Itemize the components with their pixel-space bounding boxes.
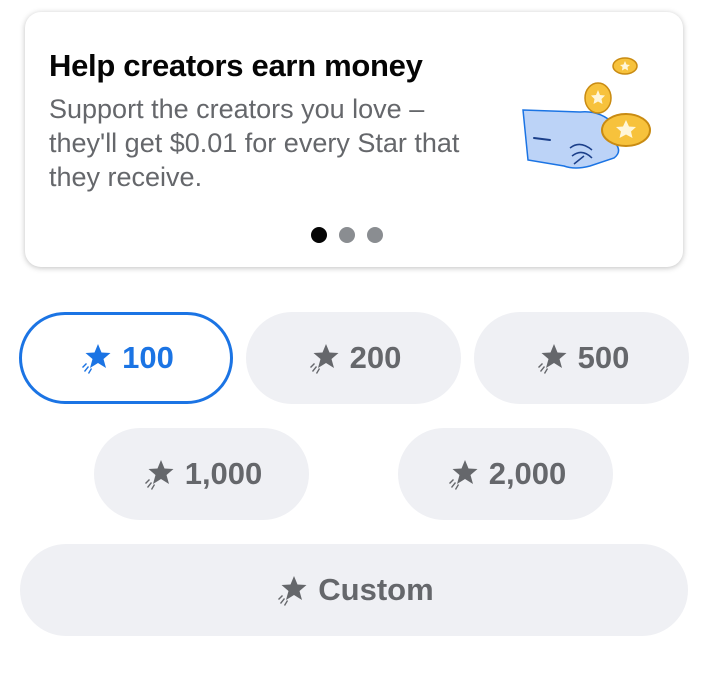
star-icon [537,344,567,374]
amount-option-custom[interactable]: Custom [20,544,688,636]
amount-label: Custom [318,572,434,607]
page-dot-2[interactable] [339,227,355,243]
star-icon [144,460,174,490]
page-dot-1[interactable] [311,227,327,243]
card-title: Help creators earn money [49,48,423,83]
amount-label: 1,000 [184,456,263,491]
amount-option-1000[interactable]: 1,000 [94,428,309,520]
amount-label: 2,000 [488,456,567,491]
hand-with-coins-icon [522,57,651,169]
info-card: Help creators earn money Support the cre… [25,12,683,267]
star-icon [82,344,111,374]
amount-option-2000[interactable]: 2,000 [398,428,613,520]
amount-option-500[interactable]: 500 [474,312,689,404]
page-dot-3[interactable] [367,227,383,243]
star-icon [309,344,339,374]
page-indicator [311,227,383,243]
amount-option-100[interactable]: 100 [19,312,233,404]
card-description: Support the creators you love – they'll … [49,94,460,192]
amount-label: 100 [122,340,174,375]
amount-option-200[interactable]: 200 [246,312,461,404]
star-icon [448,460,478,490]
amount-label: 200 [349,340,402,375]
amount-label: 500 [577,340,630,375]
star-icon [278,576,307,606]
